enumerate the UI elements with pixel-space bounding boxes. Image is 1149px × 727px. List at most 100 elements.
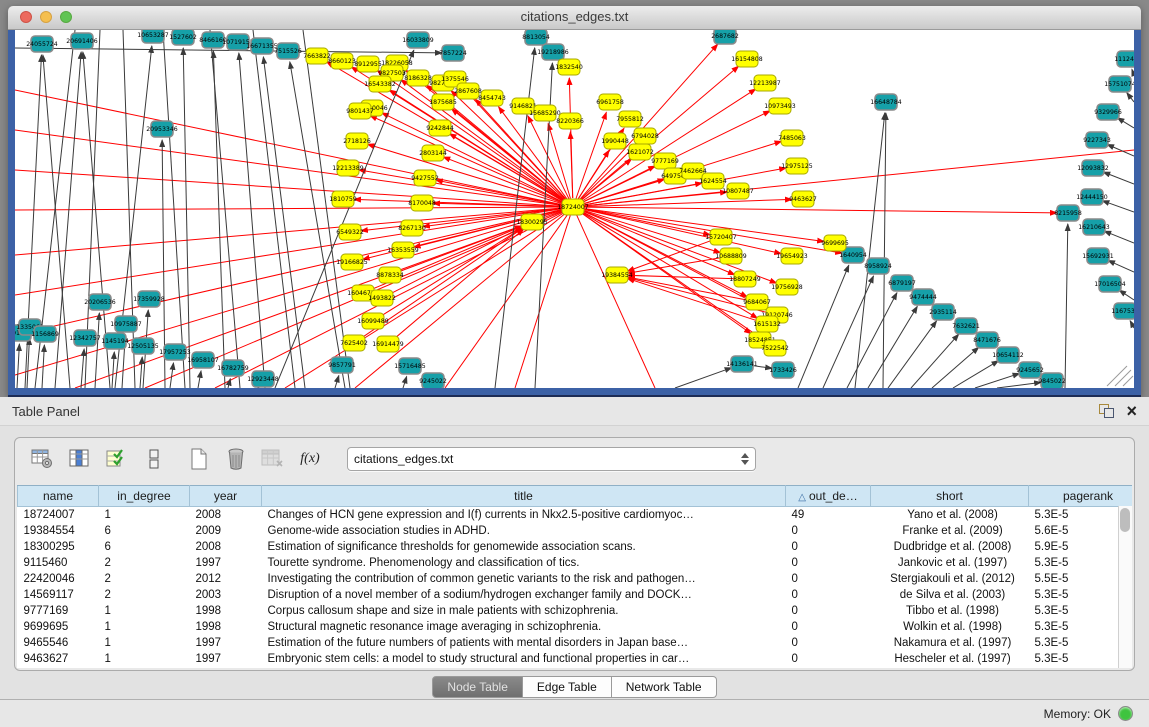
table-row[interactable]: 1830029562008Estimation of significance … bbox=[18, 539, 1133, 555]
graph-edge[interactable] bbox=[1119, 290, 1134, 300]
close-window-button[interactable] bbox=[20, 11, 32, 23]
close-panel-icon[interactable]: × bbox=[1126, 404, 1137, 418]
table-row[interactable]: 969969511998Structural magnetic resonanc… bbox=[18, 619, 1133, 635]
graph-edge[interactable] bbox=[263, 57, 305, 388]
graph-edge[interactable] bbox=[335, 376, 339, 388]
graph-node-label: 16648784 bbox=[870, 99, 902, 106]
graph-edge[interactable] bbox=[868, 306, 917, 388]
graph-node-label: 9777169 bbox=[651, 158, 679, 165]
graph-edge[interactable] bbox=[569, 78, 572, 198]
table-chooser-dropdown[interactable]: citations_edges.txt bbox=[347, 447, 756, 471]
tab-network-table[interactable]: Network Table bbox=[612, 676, 717, 698]
table-row[interactable]: 2242004622012Investigating the contribut… bbox=[18, 571, 1133, 587]
table-row[interactable]: 1872400712008Changes of HCN gene express… bbox=[18, 507, 1133, 524]
citation-network-graph[interactable]: 2405572420691406106532871527602846616010… bbox=[15, 30, 1134, 388]
new-column-button[interactable] bbox=[185, 446, 213, 472]
stacked-rows-button[interactable] bbox=[140, 446, 168, 472]
graph-edge[interactable] bbox=[403, 376, 407, 388]
graph-edge[interactable] bbox=[888, 321, 937, 388]
graph-edge[interactable] bbox=[1127, 93, 1134, 102]
graph-edge[interactable] bbox=[15, 207, 564, 210]
graph-edge[interactable] bbox=[1108, 260, 1134, 272]
graph-node-label: 9245652 bbox=[1016, 367, 1044, 374]
graph-edge[interactable] bbox=[170, 363, 173, 388]
table-cell: 5.3E-5 bbox=[1029, 635, 1133, 651]
show-columns-button[interactable] bbox=[66, 446, 94, 472]
graph-node-label: 17957253 bbox=[159, 349, 191, 356]
graph-edge[interactable] bbox=[183, 48, 190, 388]
delete-table-button[interactable] bbox=[259, 446, 287, 472]
graph-node-label: 14136141 bbox=[726, 361, 758, 368]
graph-edge[interactable] bbox=[582, 210, 721, 253]
graph-edge[interactable] bbox=[997, 382, 1041, 388]
graph-edge[interactable] bbox=[15, 208, 564, 295]
function-builder-button[interactable]: f(x) bbox=[296, 446, 324, 472]
table-row[interactable]: 946554611997Estimation of the future num… bbox=[18, 635, 1133, 651]
graph-edge[interactable] bbox=[1104, 231, 1134, 243]
graph-edge[interactable] bbox=[1117, 118, 1134, 128]
graph-node-label: 20953346 bbox=[146, 126, 178, 133]
graph-edge[interactable] bbox=[628, 275, 736, 278]
column-header-pagerank[interactable]: pagerank bbox=[1029, 486, 1133, 507]
minimize-window-button[interactable] bbox=[40, 11, 52, 23]
graph-edge[interactable] bbox=[1065, 224, 1068, 388]
graph-edge[interactable] bbox=[303, 30, 350, 388]
column-header-title[interactable]: title bbox=[262, 486, 786, 507]
graph-edge[interactable] bbox=[228, 379, 230, 388]
tab-edge-table[interactable]: Edge Table bbox=[523, 676, 612, 698]
row-checks-button[interactable] bbox=[103, 446, 131, 472]
graph-edge[interactable] bbox=[932, 347, 979, 388]
tab-node-table[interactable]: Node Table bbox=[432, 676, 523, 698]
network-canvas[interactable]: 2405572420691406106532871527602846616010… bbox=[15, 30, 1134, 388]
graph-edge[interactable] bbox=[239, 53, 265, 388]
table-cell: 1 bbox=[99, 619, 190, 635]
delete-column-button[interactable] bbox=[222, 446, 250, 472]
window-titlebar[interactable]: citations_edges.txt bbox=[8, 6, 1141, 30]
column-header-short[interactable]: short bbox=[871, 486, 1029, 507]
zoom-window-button[interactable] bbox=[60, 11, 72, 23]
graph-node-label: 19654923 bbox=[776, 253, 808, 260]
graph-edge[interactable] bbox=[15, 130, 564, 206]
column-header-year[interactable]: year bbox=[190, 486, 262, 507]
graph-node-label: 9146821 bbox=[509, 103, 537, 110]
table-cell: 18724007 bbox=[18, 507, 99, 524]
graph-edge[interactable] bbox=[577, 215, 655, 388]
table-row[interactable]: 1456911722003Disruption of a novel membe… bbox=[18, 587, 1133, 603]
graph-edge[interactable] bbox=[847, 293, 897, 388]
table-panel-header: Table Panel × bbox=[0, 397, 1149, 426]
graph-edge[interactable] bbox=[1103, 172, 1134, 184]
graph-edge[interactable] bbox=[1130, 321, 1134, 328]
scrollbar-thumb[interactable] bbox=[1120, 508, 1130, 532]
table-row[interactable]: 911546021997Tourette syndrome. Phenomeno… bbox=[18, 555, 1133, 571]
table-scrollbar[interactable] bbox=[1118, 506, 1132, 668]
column-header-out_de[interactable]: △out_de… bbox=[786, 486, 871, 507]
graph-edge[interactable] bbox=[823, 276, 873, 388]
graph-edge[interactable] bbox=[582, 207, 1057, 213]
column-header-in_degree[interactable]: in_degree bbox=[99, 486, 190, 507]
graph-edge[interactable] bbox=[798, 265, 849, 388]
table-cell: 0 bbox=[786, 587, 871, 603]
table-cell: 0 bbox=[786, 651, 871, 667]
graph-edge[interactable] bbox=[911, 334, 959, 388]
graph-edge[interactable] bbox=[1102, 201, 1134, 212]
float-panel-icon[interactable] bbox=[1099, 404, 1114, 418]
table-row[interactable]: 977716911998Corpus callosum shape and si… bbox=[18, 603, 1133, 619]
graph-edge[interactable] bbox=[17, 344, 19, 388]
graph-edge[interactable] bbox=[883, 113, 886, 388]
graph-edge[interactable] bbox=[112, 352, 114, 388]
table-cell: 0 bbox=[786, 571, 871, 587]
graph-edge[interactable] bbox=[581, 212, 758, 319]
graph-edge[interactable] bbox=[953, 361, 999, 388]
graph-edge[interactable] bbox=[290, 62, 345, 388]
graph-edge[interactable] bbox=[140, 357, 142, 388]
graph-edge[interactable] bbox=[198, 371, 201, 388]
graph-node-label: 15716485 bbox=[394, 363, 426, 370]
canvas-resize-grip[interactable] bbox=[1107, 366, 1133, 386]
column-header-name[interactable]: name bbox=[18, 486, 99, 507]
graph-node-label: 9329966 bbox=[1094, 109, 1122, 116]
table-row[interactable]: 1938455462009Genome-wide association stu… bbox=[18, 523, 1133, 539]
graph-edge[interactable] bbox=[675, 368, 732, 388]
table-mode-button[interactable] bbox=[29, 446, 57, 472]
graph-edge[interactable] bbox=[1132, 69, 1134, 75]
table-row[interactable]: 946362711997Embryonic stem cells: a mode… bbox=[18, 651, 1133, 667]
